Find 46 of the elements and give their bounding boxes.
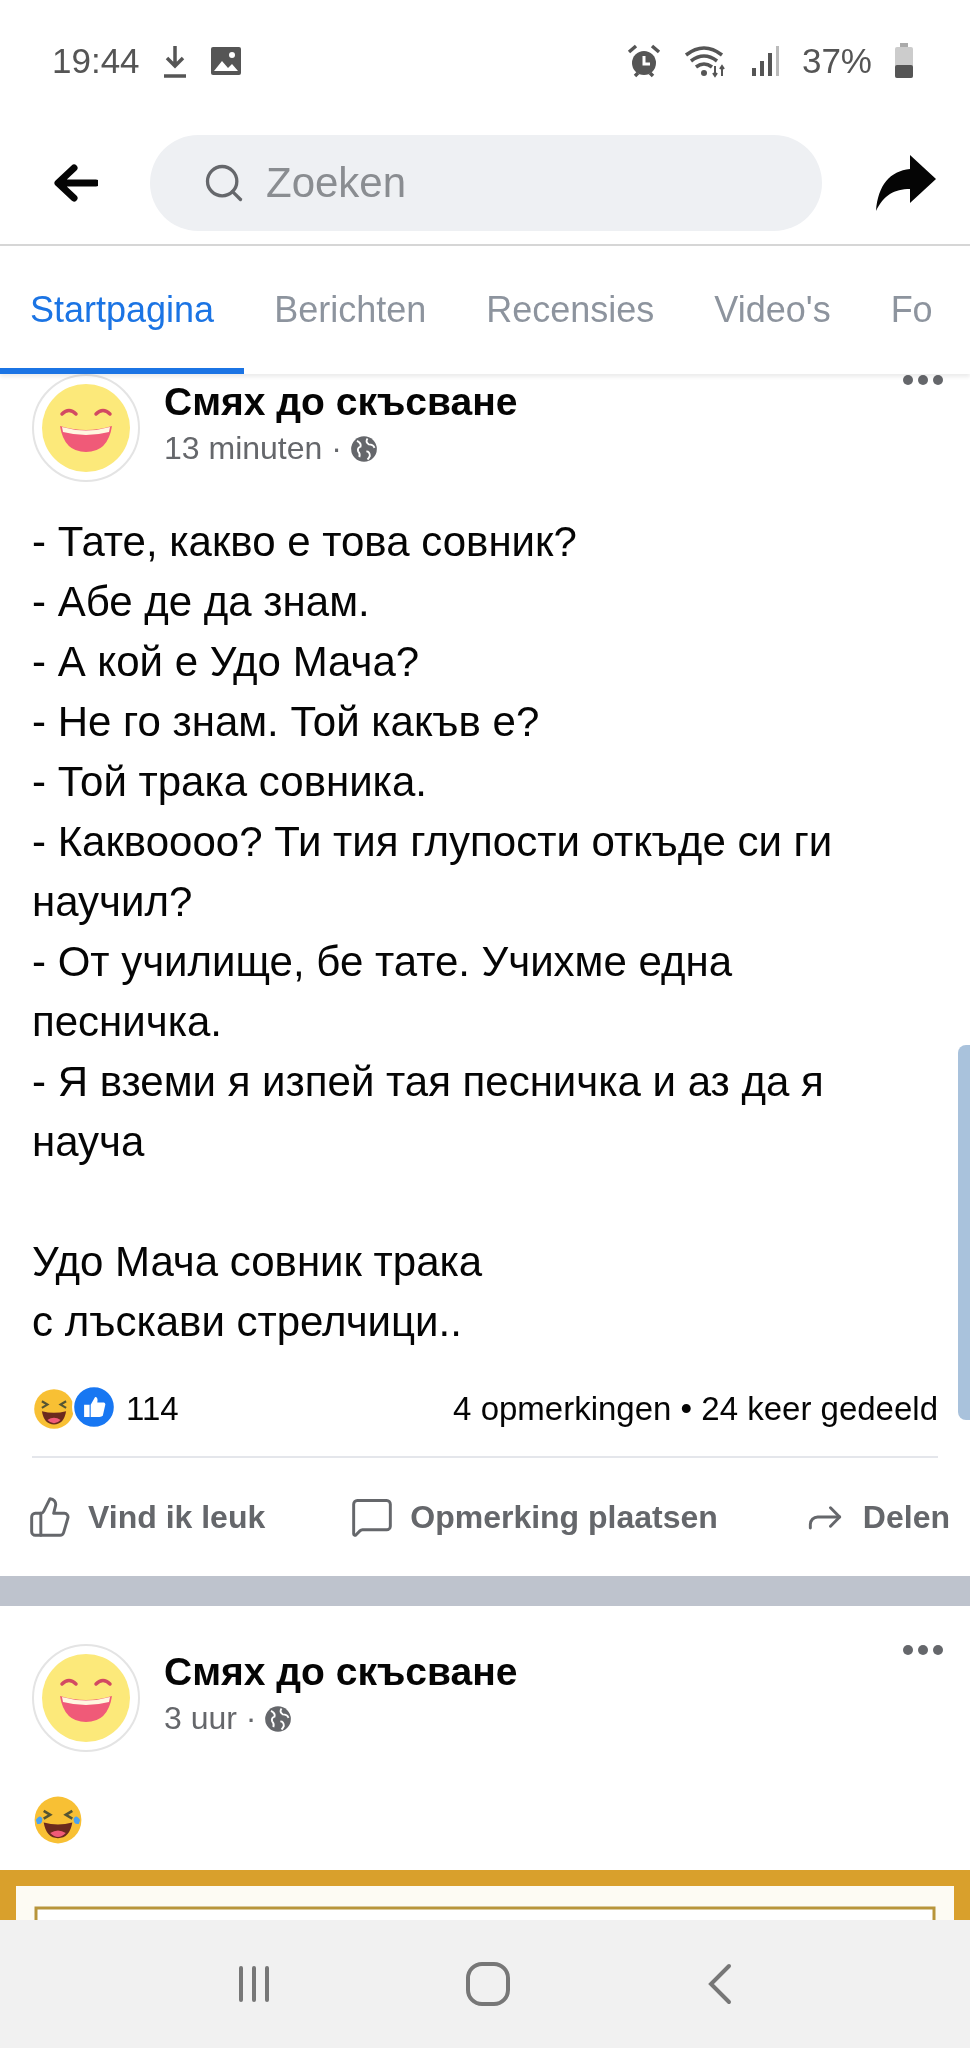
share-icon[interactable] bbox=[874, 153, 938, 213]
post-time: 13 minuten · bbox=[164, 430, 342, 467]
post-time: 3 uur · bbox=[164, 1700, 257, 1737]
page-name[interactable]: Смях до скъсване bbox=[164, 380, 878, 424]
alarm-icon bbox=[625, 43, 662, 79]
tab[interactable]: Berichten bbox=[244, 246, 457, 374]
avatar-icon bbox=[32, 1644, 140, 1752]
page-name[interactable]: Смях до скъсване bbox=[164, 1650, 878, 1694]
post-text: - А кой е Удо Мача? bbox=[32, 637, 421, 687]
reaction-count[interactable]: 114 bbox=[126, 1390, 179, 1428]
search-field[interactable]: Zoeken bbox=[150, 135, 822, 231]
thumbs-up-icon bbox=[28, 1495, 72, 1539]
back-arrow-icon[interactable] bbox=[52, 164, 98, 202]
recent-apps-button[interactable] bbox=[237, 1964, 271, 2004]
tears-of-joy-icon bbox=[32, 1794, 84, 1846]
signal-icon bbox=[749, 44, 780, 78]
more-options-icon[interactable] bbox=[902, 374, 944, 386]
comment-action[interactable]: Opmerking plaatsen bbox=[350, 1495, 718, 1539]
wifi-icon bbox=[683, 44, 728, 78]
post-text: - Той трака совника. bbox=[32, 757, 428, 807]
more-options-icon[interactable] bbox=[902, 1644, 944, 1656]
post-text: - Тате, какво е това совник? bbox=[32, 517, 578, 567]
status-time: 19:44 bbox=[52, 41, 140, 81]
post-text: Удо Мача совник трака bbox=[32, 1237, 484, 1287]
like-action[interactable]: Vind ik leuk bbox=[28, 1495, 266, 1539]
post-text: - Я вземи я изпей тая песничка и аз да я науча bbox=[32, 1057, 825, 1167]
share-action[interactable]: Delen bbox=[802, 1495, 950, 1539]
battery-percentage: 37% bbox=[801, 41, 872, 81]
home-button[interactable] bbox=[465, 1961, 511, 2007]
tab[interactable]: Recensies bbox=[456, 246, 685, 374]
tab[interactable]: Fo bbox=[860, 246, 933, 374]
like-reaction-icon bbox=[72, 1385, 116, 1429]
post-text: - От училище, бе тате. Учихме една песничка. bbox=[32, 937, 733, 1047]
post-text: - Абе де да знам. bbox=[32, 577, 371, 627]
haha-reaction-icon bbox=[32, 1387, 76, 1431]
post-text: - Не го знам. Той какъв е? bbox=[32, 697, 541, 747]
globe-icon bbox=[264, 1704, 293, 1733]
download-icon bbox=[161, 44, 188, 78]
scrollbar[interactable] bbox=[958, 1045, 970, 1420]
image-icon bbox=[209, 46, 242, 76]
battery-icon bbox=[894, 43, 914, 79]
comment-share-count[interactable]: 4 opmerkingen • 24 keer gedeeld bbox=[453, 1390, 938, 1428]
tab[interactable]: Video's bbox=[684, 246, 861, 374]
post-text: с лъскави стрелчици.. bbox=[32, 1297, 463, 1347]
post-text: - Каквоооо? Ти тия глупости откъде си ги научил? bbox=[32, 817, 834, 927]
globe-icon bbox=[349, 434, 378, 463]
